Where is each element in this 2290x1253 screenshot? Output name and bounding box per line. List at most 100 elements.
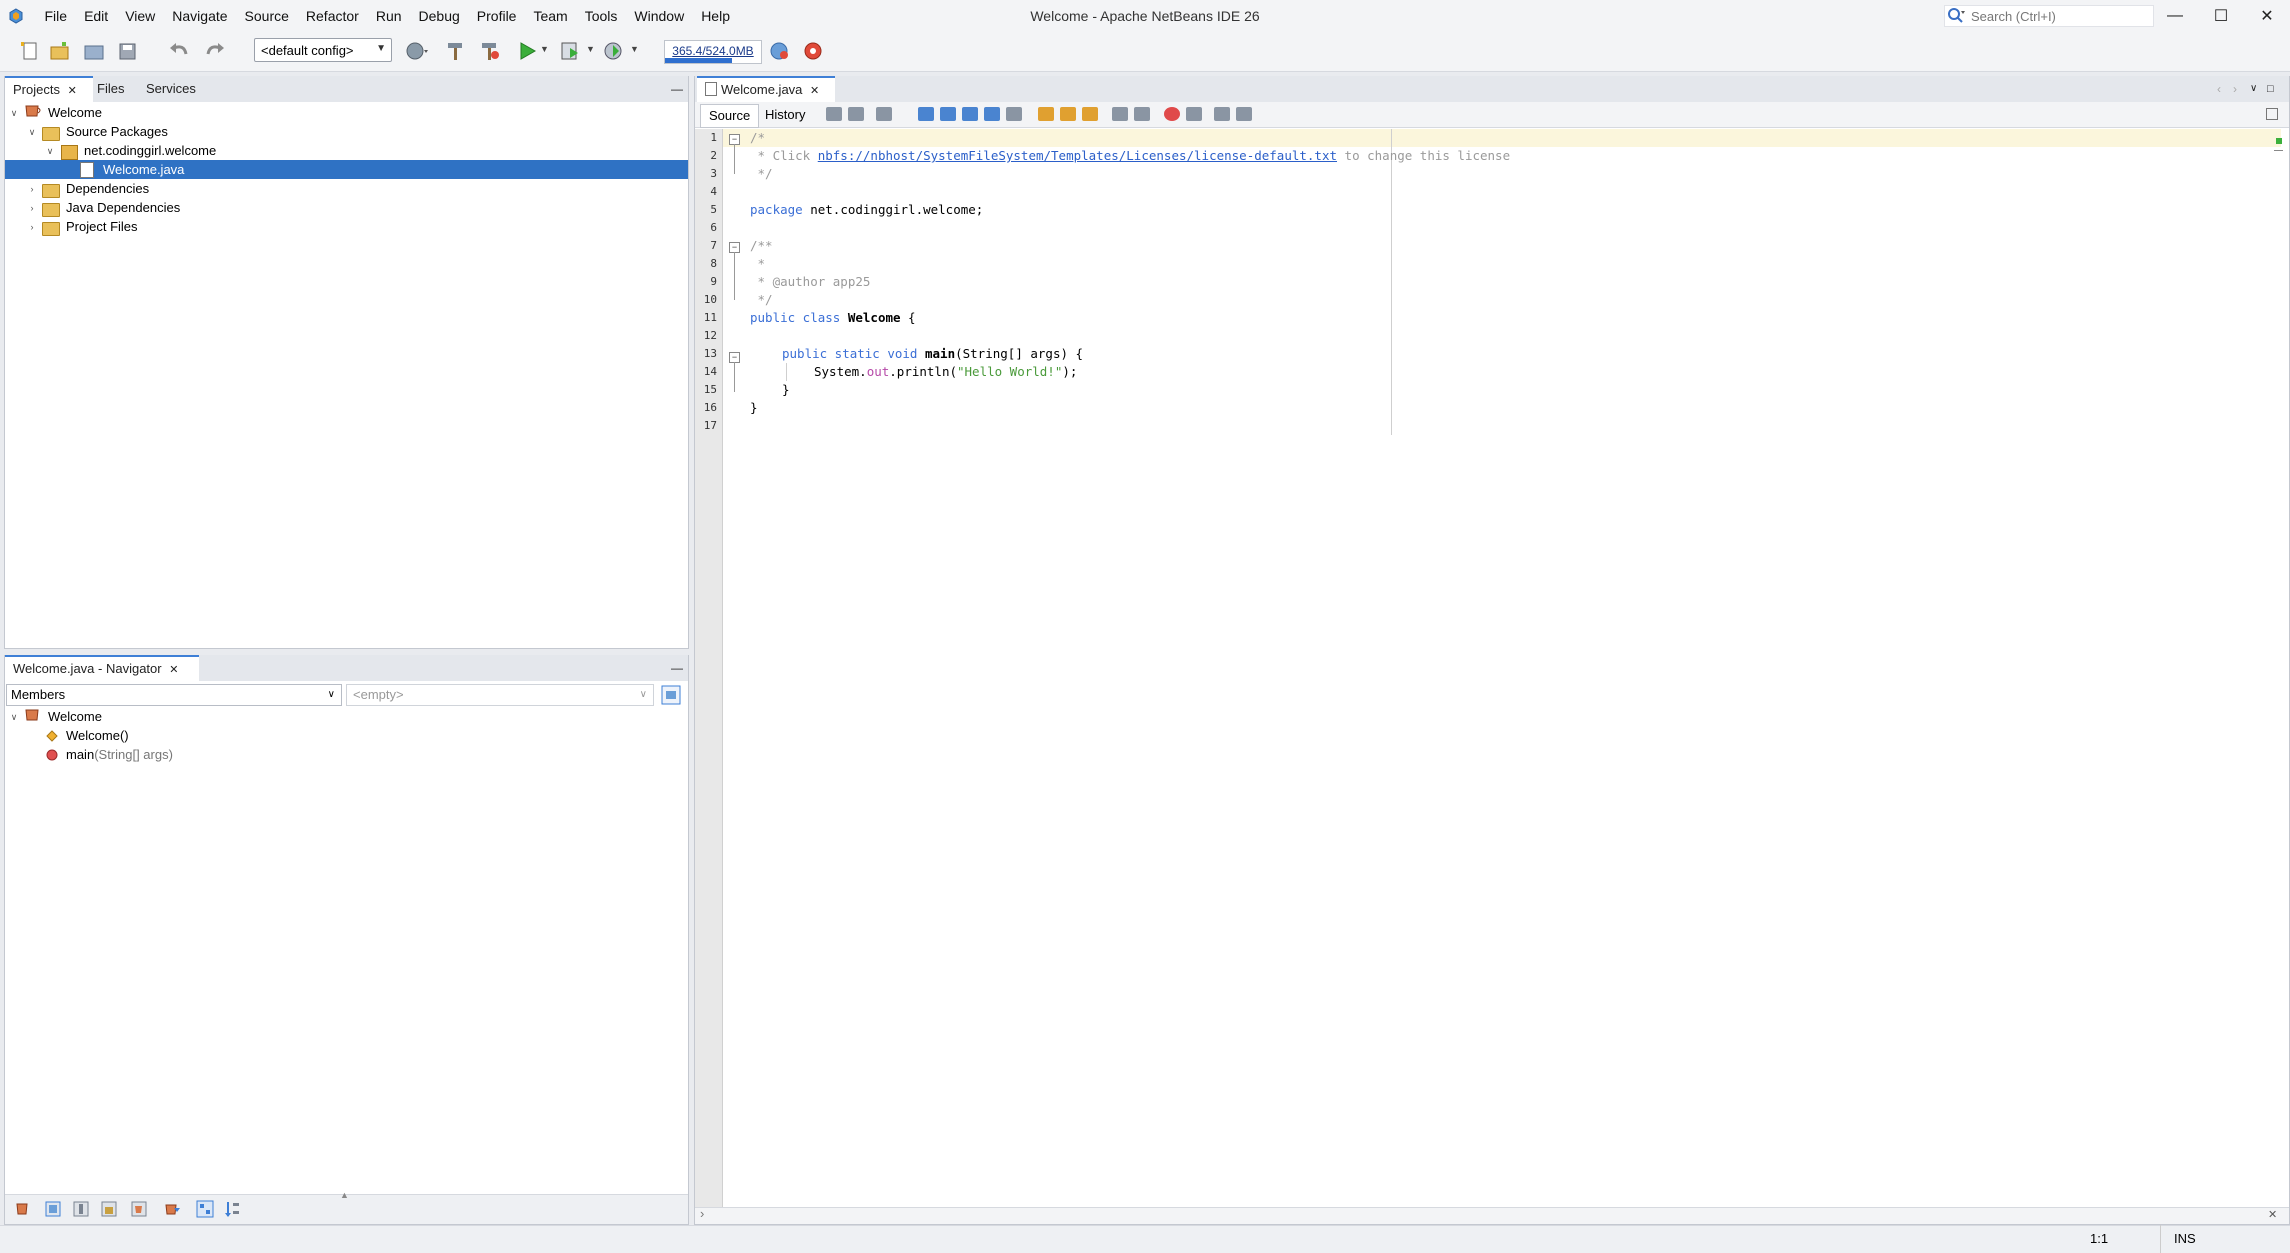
save-all-icon[interactable] — [116, 40, 140, 62]
tree-item-java-dependencies[interactable]: Java Dependencies — [66, 198, 180, 217]
profiler-snapshot-icon[interactable] — [802, 40, 826, 62]
last-edit-icon[interactable] — [826, 107, 842, 121]
undo-icon[interactable] — [168, 40, 192, 62]
menu-file[interactable]: File — [36, 0, 76, 32]
profile-project-icon[interactable] — [602, 40, 626, 62]
split-editor-icon[interactable] — [2266, 108, 2278, 120]
stop-macro-icon[interactable] — [1186, 107, 1202, 121]
menu-run[interactable]: Run — [367, 0, 410, 32]
tab-files[interactable]: Files — [89, 76, 132, 102]
show-inner-classes-icon[interactable] — [130, 1200, 148, 1218]
debug-dropdown-arrow[interactable]: ▼ — [586, 44, 595, 54]
menu-source[interactable]: Source — [236, 0, 297, 32]
open-project-icon[interactable] — [82, 40, 106, 62]
navigator-options-icon[interactable] — [660, 684, 682, 706]
tab-welcome-java[interactable]: Welcome.java ✕ — [697, 76, 835, 104]
tab-navigator[interactable]: Welcome.java - Navigator ✕ — [5, 655, 199, 683]
menu-refactor[interactable]: Refactor — [297, 0, 367, 32]
clean-build-icon[interactable] — [478, 40, 502, 62]
code-area[interactable] — [723, 129, 2281, 1207]
maximize-editor-icon[interactable]: □ — [2259, 76, 2282, 102]
tree-item-package[interactable]: net.codinggirl.welcome — [84, 141, 216, 160]
find-selection-icon[interactable] — [918, 107, 934, 121]
tree-item-project-files[interactable]: Project Files — [66, 217, 138, 236]
close-icon[interactable]: ✕ — [68, 85, 77, 97]
menu-tools[interactable]: Tools — [576, 0, 626, 32]
comment-icon[interactable] — [1214, 107, 1230, 121]
collapse-icon[interactable]: › — [27, 184, 37, 194]
new-project-icon[interactable] — [48, 40, 72, 62]
context-select[interactable]: <empty> ∨ — [346, 684, 654, 706]
start-macro-icon[interactable] — [1164, 107, 1180, 121]
nav-item-main-method[interactable]: main(String[] args) — [66, 745, 173, 764]
expand-icon[interactable]: ∨ — [9, 108, 19, 118]
members-filter-select[interactable]: Members ∨ — [6, 684, 342, 706]
sort-by-source-icon[interactable] — [196, 1200, 214, 1218]
tree-item-welcome-java[interactable]: Welcome.java — [100, 160, 188, 179]
back-icon[interactable] — [848, 107, 864, 121]
show-non-public-icon[interactable] — [100, 1200, 118, 1218]
redo-icon[interactable] — [202, 40, 226, 62]
close-window-button[interactable]: ✕ — [2244, 0, 2290, 32]
menu-edit[interactable]: Edit — [76, 0, 117, 32]
toggle-highlight-icon[interactable] — [984, 107, 1000, 121]
show-inherited-icon[interactable] — [14, 1200, 32, 1218]
subtab-history[interactable]: History — [757, 104, 813, 126]
tab-projects[interactable]: Projects ✕ — [5, 76, 93, 104]
globe-icon[interactable] — [404, 40, 428, 62]
toggle-bookmark-icon[interactable] — [1082, 107, 1098, 121]
collapse-icon[interactable]: › — [27, 222, 37, 232]
minimize-button[interactable]: — — [2152, 0, 2198, 32]
minimize-panel-icon[interactable]: — — [663, 655, 691, 681]
menu-navigate[interactable]: Navigate — [164, 0, 236, 32]
minimize-panel-icon[interactable]: — — [663, 76, 691, 102]
nav-item-constructor[interactable]: Welcome() — [66, 726, 129, 745]
license-link[interactable]: nbfs://nbhost/SystemFileSystem/Templates… — [818, 148, 1337, 163]
resize-handle-icon[interactable]: ▲ — [340, 1190, 349, 1200]
close-icon[interactable]: ✕ — [810, 85, 819, 97]
new-file-icon[interactable] — [18, 40, 42, 62]
close-icon[interactable]: ✕ — [169, 664, 178, 676]
run-dropdown-arrow[interactable]: ▼ — [540, 44, 549, 54]
expand-icon[interactable]: ∨ — [27, 127, 37, 137]
menu-window[interactable]: Window — [626, 0, 693, 32]
toggle-rect-select-icon[interactable] — [1006, 107, 1022, 121]
subtab-source[interactable]: Source — [700, 104, 760, 128]
tab-services[interactable]: Services — [138, 76, 204, 102]
show-fqn-icon[interactable] — [164, 1200, 182, 1218]
build-hammer-icon[interactable] — [444, 40, 468, 62]
sort-by-name-icon[interactable] — [224, 1200, 242, 1218]
tree-item-project[interactable]: Welcome — [48, 103, 102, 122]
menu-debug[interactable]: Debug — [410, 0, 468, 32]
uncomment-icon[interactable] — [1236, 107, 1252, 121]
collapse-icon[interactable]: › — [27, 203, 37, 213]
configuration-select[interactable]: <default config> ▼ — [254, 38, 392, 62]
run-project-icon[interactable] — [516, 40, 540, 62]
show-static-icon[interactable] — [72, 1200, 90, 1218]
find-previous-icon[interactable] — [940, 107, 956, 121]
nav-item-class[interactable]: Welcome — [48, 707, 102, 726]
menu-team[interactable]: Team — [525, 0, 576, 32]
debug-project-icon[interactable] — [558, 40, 582, 62]
menu-profile[interactable]: Profile — [468, 0, 525, 32]
shift-left-icon[interactable] — [1112, 107, 1128, 121]
menu-view[interactable]: View — [117, 0, 164, 32]
memory-indicator[interactable]: 365.4/524.0MB — [664, 40, 762, 64]
expand-output-icon[interactable]: › — [700, 1206, 704, 1221]
search-input[interactable]: Search (Ctrl+I) — [1944, 5, 2154, 27]
menu-help[interactable]: Help — [693, 0, 739, 32]
tree-item-source-packages[interactable]: Source Packages — [66, 122, 168, 141]
next-bookmark-icon[interactable] — [1060, 107, 1076, 121]
expand-icon[interactable]: ∨ — [45, 146, 55, 156]
maximize-button[interactable]: ☐ — [2198, 0, 2244, 32]
find-next-icon[interactable] — [962, 107, 978, 121]
expand-icon[interactable]: ∨ — [9, 712, 19, 722]
profile-dropdown-arrow[interactable]: ▼ — [630, 44, 639, 54]
close-icon[interactable]: ✕ — [2268, 1208, 2277, 1221]
shift-right-icon[interactable] — [1134, 107, 1150, 121]
tree-item-dependencies[interactable]: Dependencies — [66, 179, 149, 198]
forward-icon[interactable] — [876, 107, 892, 121]
gc-icon[interactable] — [768, 40, 792, 62]
show-fields-icon[interactable] — [44, 1200, 62, 1218]
previous-bookmark-icon[interactable] — [1038, 107, 1054, 121]
